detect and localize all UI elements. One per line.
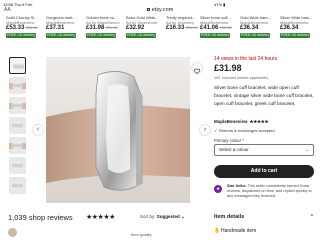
favourite-button[interactable] <box>192 63 202 75</box>
chevron-left-icon: ‹ <box>36 126 40 133</box>
related-product-card[interactable]: Trinity Inspired... Ad by Jewellery £16.… <box>166 15 200 48</box>
handmade-item: ✋Handmade item <box>214 228 257 234</box>
listing-title: Silver bone cuff bracelet, wide open cuf… <box>214 86 314 107</box>
hand-icon: ✋ <box>214 228 221 234</box>
related-product-card[interactable]: Gold Wide ham... MapleBeneview £36.34 FR… <box>240 15 274 48</box>
shop-reviews-stars: ★★★★★ <box>86 214 115 221</box>
free-delivery-badge: FREE UK delivery <box>280 33 311 38</box>
related-product-original-price: £39.98 <box>105 25 118 30</box>
colour-label: Primary colour * <box>214 138 244 143</box>
thumbnail-image[interactable] <box>9 57 26 74</box>
chevron-up-icon: ⌃ <box>309 214 314 220</box>
add-to-cart-button[interactable]: Add to cart <box>214 165 314 178</box>
related-product-card[interactable]: Golden bone cu... Ad by MapleBenev £31.9… <box>86 15 120 48</box>
related-product-price: £32.92 <box>126 25 145 31</box>
vat-note: VAT included (where applicable) <box>214 76 269 80</box>
related-product-card[interactable]: Gorgeous mult... MapleBeneview £37.31 FR… <box>46 15 80 48</box>
bracelet-thumbnail-graphic <box>12 182 23 189</box>
free-delivery-badge: FREE UK delivery <box>200 33 231 38</box>
related-product-price: £36.34 <box>240 25 259 31</box>
related-product-original-price: £21.41 <box>185 25 198 30</box>
address-bar[interactable]: AA etsy.com <box>0 6 320 14</box>
shop-name: MapleBeneview <box>214 119 248 124</box>
bracelet-thumbnail-graphic <box>13 63 24 70</box>
chevron-down-icon: ⌄ <box>305 147 309 152</box>
thumbnail-image[interactable] <box>9 97 26 114</box>
returns-info: ✓ Returns & exchanges accepted <box>214 128 275 133</box>
thumbnail-image[interactable] <box>9 137 26 154</box>
related-product-price: £36.34 <box>280 25 299 31</box>
free-delivery-badge: FREE UK delivery <box>6 33 37 38</box>
free-delivery-badge: FREE UK delivery <box>86 33 117 38</box>
related-product-original-price: £53.33 <box>219 25 232 30</box>
bracelet-on-wrist-graphic <box>46 57 190 203</box>
related-product-original-price: £88.88 <box>25 25 38 30</box>
related-product-card[interactable]: Boho Gold Wide... Ad by Silverstone £32.… <box>126 15 160 48</box>
reviews-sort-dropdown[interactable]: Sort by: Suggested ⌄ <box>140 214 185 220</box>
related-product-card[interactable]: Silver bone cuff... MapleBeneview £41.06… <box>200 15 234 48</box>
bracelet-thumbnail-graphic <box>12 162 23 169</box>
shop-reviews-count: 1,039 shop reviews <box>8 213 73 222</box>
url-text: etsy.com <box>151 7 174 13</box>
colour-select[interactable]: Select a colour ⌄ <box>214 144 314 156</box>
listing-price: £31.98 <box>214 63 242 73</box>
previous-image-button[interactable]: ‹ <box>33 125 43 135</box>
bracelet-thumbnail-graphic <box>12 82 23 89</box>
views-notice: 14 views in the last 24 hours <box>214 56 278 62</box>
related-products-strip: Solid Chunky Si... MapleBeneview £53.33 … <box>6 15 320 48</box>
star-seller-text: Star Seller. This seller consistently ea… <box>227 184 312 198</box>
related-product-card[interactable]: Solid Chunky Si... MapleBeneview £53.33 … <box>6 15 40 48</box>
required-marker: * <box>242 138 244 143</box>
thumbnail-image[interactable] <box>9 117 26 134</box>
related-product-price: £31.98 <box>86 25 105 31</box>
thumbnail-image[interactable] <box>9 77 26 94</box>
next-image-button[interactable]: › <box>200 125 210 135</box>
main-product-image[interactable] <box>46 57 190 203</box>
thumbnail-image[interactable] <box>9 177 26 194</box>
related-product-price: £53.33 <box>6 25 25 31</box>
free-delivery-badge: FREE UK delivery <box>126 33 157 38</box>
colour-select-value: Select a colour <box>219 147 249 152</box>
url-field[interactable]: etsy.com <box>0 7 320 13</box>
shop-rating-stars: ★★★★★ <box>249 119 269 124</box>
related-product-price: £41.06 <box>200 25 219 31</box>
bracelet-thumbnail-graphic <box>12 102 23 109</box>
related-product-price: £37.31 <box>46 25 65 31</box>
item-details-header[interactable]: Item details ⌃ <box>214 214 314 220</box>
star-seller-badge-icon: ★ <box>214 185 222 193</box>
bracelet-thumbnail-graphic <box>12 142 23 149</box>
free-delivery-badge: FREE UK delivery <box>46 33 77 38</box>
shop-link[interactable]: MapleBeneview ★★★★★ <box>214 119 268 125</box>
reviewer-avatar <box>8 228 17 237</box>
bracelet-thumbnail-graphic <box>12 122 23 129</box>
lock-icon <box>146 8 150 12</box>
item-quality-label: Item quality <box>131 232 152 237</box>
heart-icon <box>193 68 201 75</box>
thumbnail-image[interactable] <box>9 157 26 174</box>
related-product-card[interactable]: Silver Wide ham... MapleBeneview £36.34 … <box>280 15 314 48</box>
chevron-right-icon: › <box>203 126 207 133</box>
related-product-price: £16.33 <box>166 25 185 31</box>
free-delivery-badge: FREE UK delivery <box>240 33 271 38</box>
